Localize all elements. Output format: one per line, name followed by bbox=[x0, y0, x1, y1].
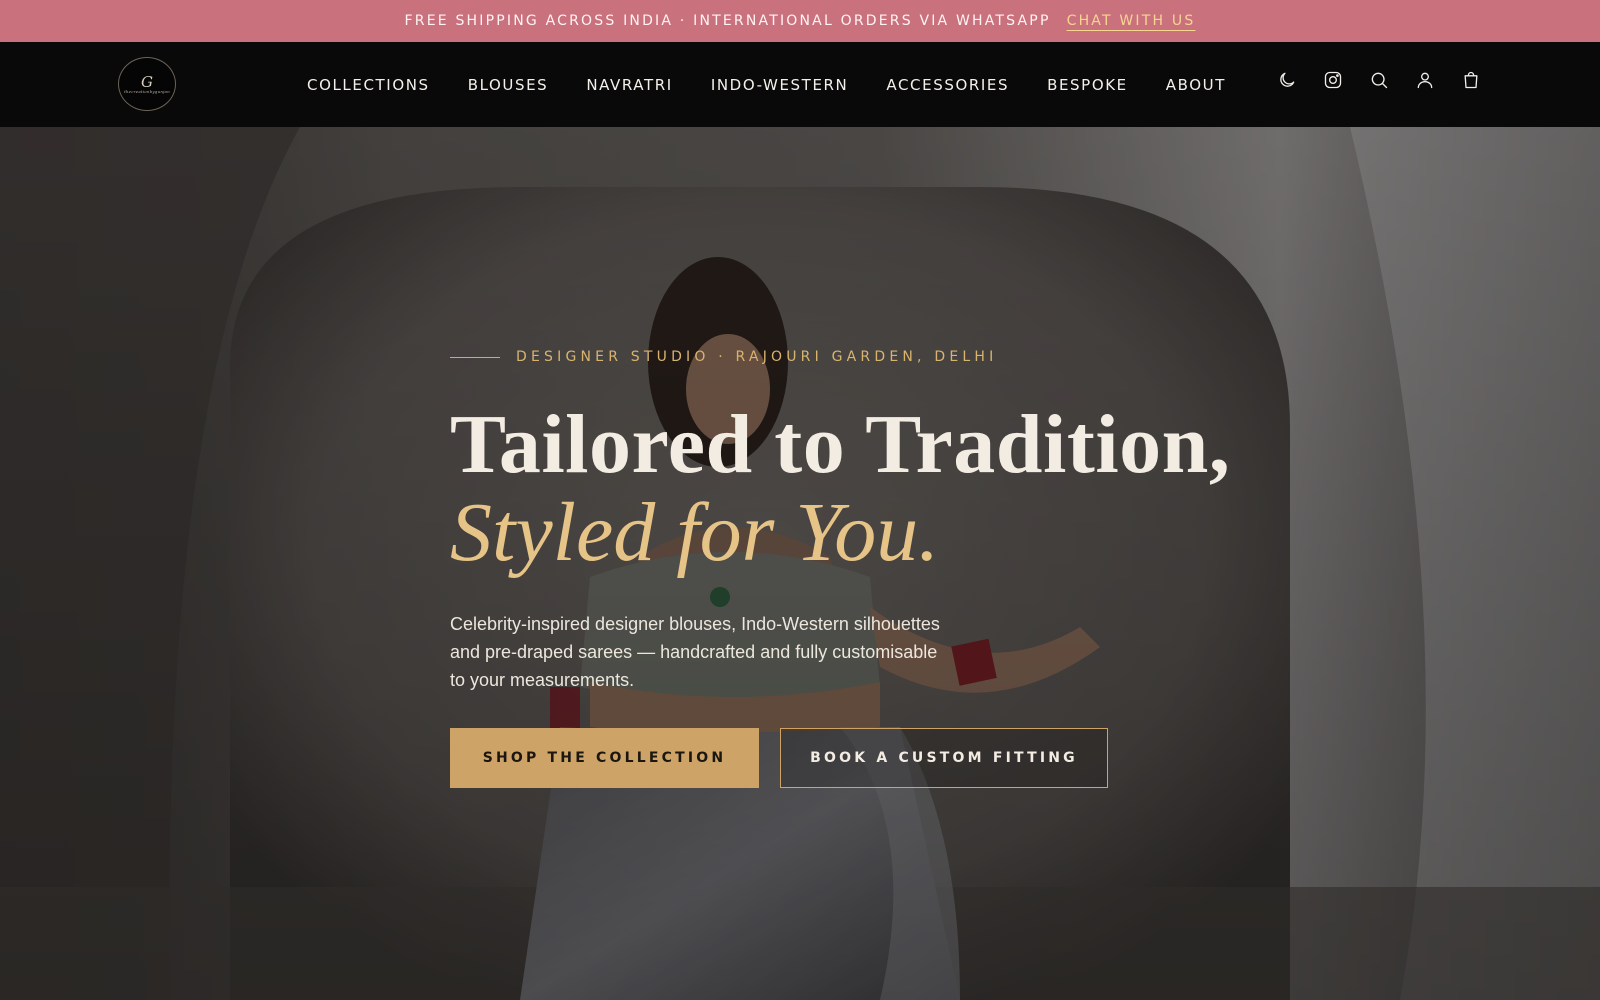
hero-section: DESIGNER STUDIO · RAJOURI GARDEN, DELHI … bbox=[0, 127, 1600, 1000]
nav-accessories[interactable]: ACCESSORIES bbox=[886, 76, 1009, 94]
hero-subtitle: Celebrity-inspired designer blouses, Ind… bbox=[450, 614, 940, 690]
nav-navratri[interactable]: NAVRATRI bbox=[586, 76, 673, 94]
brand-logo[interactable]: G thecreationbygunjan bbox=[118, 57, 176, 111]
book-fitting-button[interactable]: BOOK A CUSTOM FITTING bbox=[780, 728, 1108, 788]
hero-eyebrow: DESIGNER STUDIO · RAJOURI GARDEN, DELHI bbox=[450, 349, 997, 365]
header-icons bbox=[1277, 70, 1481, 90]
site-header: G thecreationbygunjan COLLECTIONS BLOUSE… bbox=[0, 42, 1600, 127]
chat-with-us-link[interactable]: CHAT WITH US bbox=[1067, 13, 1196, 29]
nav-blouses[interactable]: BLOUSES bbox=[468, 76, 549, 94]
user-icon[interactable] bbox=[1415, 70, 1435, 90]
logo-script: thecreationbygunjan bbox=[124, 88, 170, 94]
announcement-bar: FREE SHIPPING ACROSS INDIA · INTERNATION… bbox=[0, 0, 1600, 42]
nav-indo-western[interactable]: INDO-WESTERN bbox=[711, 76, 849, 94]
shop-collection-button[interactable]: SHOP THE COLLECTION bbox=[450, 728, 759, 788]
instagram-icon[interactable] bbox=[1323, 70, 1343, 90]
hero-title-line2: Styled for You. bbox=[450, 486, 940, 579]
hero-title-line1: Tailored to Tradition, bbox=[450, 398, 1231, 491]
eyebrow-divider bbox=[450, 356, 500, 358]
nav-collections[interactable]: COLLECTIONS bbox=[307, 76, 430, 94]
announcement-text: FREE SHIPPING ACROSS INDIA · INTERNATION… bbox=[404, 13, 1051, 29]
logo-mark: G bbox=[141, 72, 153, 91]
search-icon[interactable] bbox=[1369, 70, 1389, 90]
eyebrow-text: DESIGNER STUDIO · RAJOURI GARDEN, DELHI bbox=[516, 349, 998, 365]
nav-about[interactable]: ABOUT bbox=[1166, 76, 1226, 94]
moon-icon[interactable] bbox=[1277, 70, 1297, 90]
bag-icon[interactable] bbox=[1461, 70, 1481, 90]
main-nav: COLLECTIONS BLOUSES NAVRATRI INDO-WESTER… bbox=[307, 42, 1226, 127]
nav-bespoke[interactable]: BESPOKE bbox=[1047, 76, 1128, 94]
